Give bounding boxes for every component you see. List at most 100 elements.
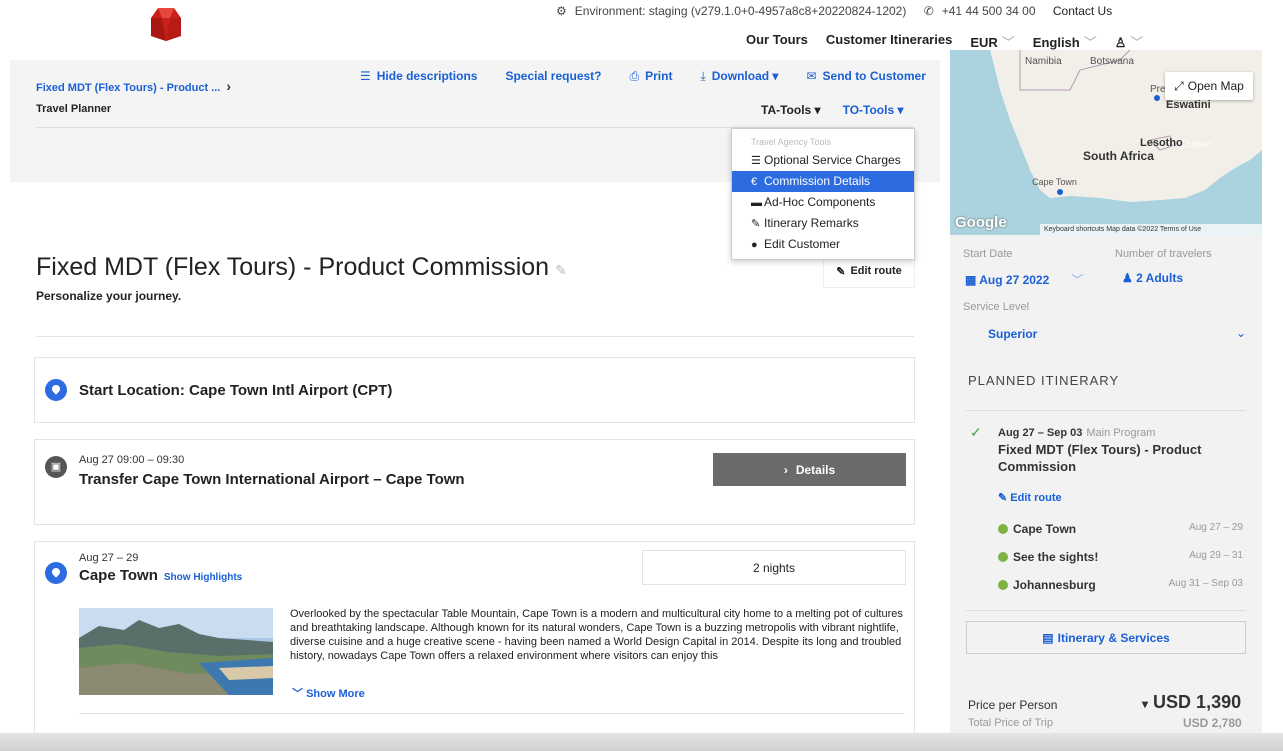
- show-highlights-link[interactable]: Show Highlights: [164, 572, 242, 583]
- pencil-icon[interactable]: ✎: [555, 262, 567, 278]
- map-label-durban: Durban: [1182, 139, 1212, 149]
- ta-tools-menu[interactable]: TA-Tools ▾: [761, 103, 821, 117]
- chevron-down-icon: ▾: [1142, 697, 1149, 711]
- account-menu[interactable]: ♙ ﹀: [1115, 32, 1144, 51]
- printer-icon: ⎙: [629, 69, 640, 83]
- show-more-link[interactable]: ﹀ Show More: [292, 685, 365, 701]
- menu-item-ad-hoc-components[interactable]: ▬ Ad-Hoc Components: [732, 192, 914, 213]
- hide-descriptions-button[interactable]: ☰ Hide descriptions: [360, 69, 477, 84]
- service-level-select[interactable]: Superior ⌄: [963, 322, 1251, 346]
- transfer-time: Aug 27 09:00 – 09:30: [79, 454, 185, 466]
- itinerary-services-button[interactable]: ▤ Itinerary & Services: [966, 621, 1246, 654]
- program-type: Main Program: [1086, 427, 1156, 439]
- stop-description: Overlooked by the spectacular Table Moun…: [290, 608, 903, 662]
- expand-icon: ⤢: [1174, 78, 1184, 93]
- section-divider: [36, 336, 914, 337]
- ruby-logo[interactable]: [150, 6, 182, 42]
- print-button[interactable]: ⎙ Print: [630, 69, 673, 84]
- map-label-lesotho: Lesotho: [1140, 137, 1183, 149]
- sidebar-edit-route-link[interactable]: ✎ Edit route: [998, 491, 1062, 504]
- chevron-down-icon: ﹀: [1071, 273, 1084, 287]
- main-program-entry: Aug 27 – Sep 03 Main Program Fixed MDT (F…: [998, 424, 1238, 475]
- nav-customer-itineraries[interactable]: Customer Itineraries: [826, 32, 952, 51]
- list-icon: ☰: [751, 155, 761, 167]
- planner-subtitle: Travel Planner: [36, 103, 112, 115]
- check-circle-icon: [998, 580, 1008, 590]
- send-to-customer-button[interactable]: ✉ Send to Customer: [806, 69, 925, 84]
- google-logo: Google: [955, 214, 1007, 231]
- page-tagline: Personalize your journey.: [36, 289, 182, 303]
- to-tools-menu[interactable]: TO-Tools ▾: [843, 103, 904, 117]
- menu-item-commission-details[interactable]: € Commission Details: [732, 171, 914, 192]
- start-location-card: Start Location: Cape Town Intl Airport (…: [34, 357, 915, 423]
- phone-icon: ✆: [923, 4, 934, 18]
- download-button[interactable]: ⤓ Download ▾: [700, 69, 778, 84]
- ta-tools-dropdown: Travel Agency Tools ☰ Optional Service Ch…: [731, 128, 915, 260]
- document-icon: ▤: [1042, 630, 1054, 645]
- details-button[interactable]: › Details: [713, 453, 906, 486]
- itinerary-stop[interactable]: See the sights! Aug 29 – 31: [998, 550, 1243, 564]
- gear-icon: ⚙: [556, 4, 567, 18]
- sidebar-divider: [966, 410, 1246, 411]
- menu-item-edit-customer[interactable]: ● Edit Customer: [732, 234, 914, 255]
- location-pin-icon: [45, 379, 67, 401]
- euro-icon: €: [751, 176, 758, 188]
- chevron-down-icon: ﹀: [1083, 35, 1097, 50]
- program-name: Fixed MDT (Flex Tours) - Product Commiss…: [998, 442, 1202, 474]
- cape-town-photo: [79, 608, 273, 695]
- chevron-right-icon: ›: [783, 462, 788, 477]
- service-level-value: Superior: [988, 327, 1038, 341]
- total-price-value: USD 2,780: [1183, 716, 1242, 730]
- card-divider: [79, 713, 905, 714]
- environment-label: Environment: staging (v279.1.0+0-4957a8c…: [574, 4, 907, 18]
- contact-link[interactable]: Contact Us: [1053, 4, 1112, 18]
- download-icon: ⤓: [700, 69, 706, 83]
- itinerary-stop[interactable]: Johannesburg Aug 31 – Sep 03: [998, 578, 1243, 592]
- map-label-namibia: Namibia: [1025, 56, 1062, 67]
- page-title: Fixed MDT (Flex Tours) - Product Commiss…: [36, 253, 567, 281]
- transfer-title: Transfer Cape Town International Airport…: [79, 471, 465, 488]
- map-label-eswatini: Eswatini: [1166, 99, 1211, 111]
- itinerary-stop[interactable]: Cape Town Aug 27 – 29: [998, 522, 1243, 536]
- user-icon: ♙: [1114, 35, 1127, 50]
- send-icon: ✉: [806, 69, 817, 83]
- travelers-selector[interactable]: ♟ 2 Adults: [1122, 271, 1183, 285]
- language-select[interactable]: English ﹀: [1033, 32, 1097, 51]
- map-attribution[interactable]: Keyboard shortcuts Map data ©2022 Terms …: [1040, 224, 1262, 235]
- check-circle-icon: [998, 552, 1008, 562]
- pencil-icon: ✎: [998, 492, 1008, 504]
- menu-item-itinerary-remarks[interactable]: ✎ Itinerary Remarks: [732, 213, 914, 234]
- nav-our-tours[interactable]: Our Tours: [746, 32, 808, 51]
- start-location-label: Start Location: Cape Town Intl Airport (…: [79, 382, 393, 399]
- open-map-button[interactable]: ⤢ Open Map: [1165, 72, 1253, 100]
- person-icon: ♟: [1122, 271, 1133, 285]
- program-dates: Aug 27 – Sep 03: [998, 427, 1083, 439]
- list-icon: ☰: [360, 69, 371, 83]
- nights-box[interactable]: 2 nights: [642, 550, 906, 585]
- map-marker-johannesburg: [1154, 95, 1160, 101]
- planned-itinerary-heading: PLANNED ITINERARY: [968, 373, 1120, 388]
- stop-name: Cape Town: [79, 567, 158, 584]
- environment-bar: ⚙ Environment: staging (v279.1.0+0-4957a8…: [556, 4, 1120, 18]
- service-level-label: Service Level: [963, 301, 1030, 313]
- start-date-picker[interactable]: ▦ Aug 27 2022 ﹀: [965, 271, 1083, 288]
- edit-icon: ✎: [751, 218, 761, 230]
- calendar-icon: ▦: [965, 273, 977, 287]
- tools-menus: TA-Tools ▾ TO-Tools ▾: [761, 103, 904, 117]
- briefcase-icon: ▬: [751, 197, 762, 209]
- travelers-label: Number of travelers: [1115, 248, 1212, 260]
- breadcrumb[interactable]: Fixed MDT (Flex Tours) - Product ... ›: [36, 78, 231, 94]
- currency-select[interactable]: EUR ﹀: [970, 32, 1014, 51]
- chevron-down-icon: ﹀: [1130, 35, 1144, 50]
- menu-item-optional-service-charges[interactable]: ☰ Optional Service Charges: [732, 150, 914, 171]
- chevron-down-icon: ﹀: [1001, 35, 1015, 50]
- special-request-button[interactable]: Special request?: [505, 69, 601, 84]
- planner-toolbar: ☰ Hide descriptions Special request? ⎙ Pri…: [360, 69, 926, 84]
- price-per-person-value[interactable]: ▾ USD 1,390: [1142, 692, 1241, 713]
- check-circle-icon: [998, 524, 1008, 534]
- bus-icon: ▣: [45, 456, 67, 478]
- chevron-down-icon: ﹀: [292, 688, 303, 700]
- phone-number[interactable]: +41 44 500 34 00: [942, 4, 1036, 18]
- window-bottom-edge: [0, 733, 1283, 751]
- map-label-cape-town: Cape Town: [1032, 177, 1077, 187]
